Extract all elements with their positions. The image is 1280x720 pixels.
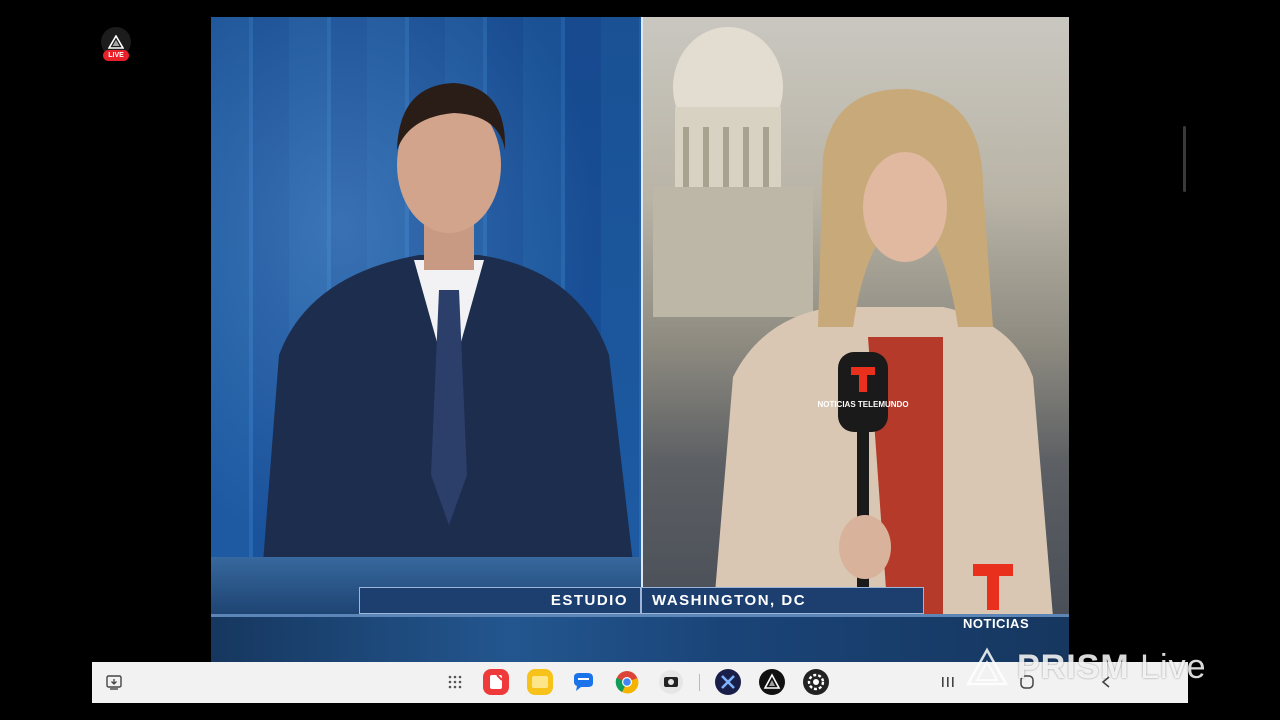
- prism-app-icon[interactable]: [758, 668, 786, 696]
- field-feed: NOTICIAS TELEMUNDO: [643, 17, 1069, 617]
- lower-third-location-left: ESTUDIO: [360, 588, 642, 613]
- xlive-app-icon[interactable]: [714, 668, 742, 696]
- camera-app-icon[interactable]: [657, 668, 685, 696]
- network-label: NOTICIAS: [963, 616, 1030, 631]
- prism-live-indicator[interactable]: LIVE: [100, 27, 132, 63]
- live-label: LIVE: [103, 50, 129, 61]
- news-anchor-image: [259, 83, 639, 615]
- news-ticker-band: [211, 614, 1069, 662]
- side-panel-handle[interactable]: [1183, 126, 1186, 192]
- chrome-browser-icon[interactable]: [613, 668, 641, 696]
- recents-nav-icon[interactable]: [934, 668, 962, 696]
- app-drawer-icon[interactable]: [441, 668, 469, 696]
- studio-feed: [211, 17, 641, 615]
- video-player[interactable]: NOTICIAS TELEMUNDO ESTUDIO WASHINGTON, D…: [211, 17, 1069, 662]
- telemundo-logo-icon: [973, 564, 1013, 610]
- prism-live-watermark: PRISM Live: [965, 644, 1207, 690]
- watermark-text: PRISM Live: [1017, 648, 1207, 687]
- lower-third-location-right: WASHINGTON, DC: [652, 592, 807, 609]
- screen: LIVE NOTICIAS TELEMUNDO ESTUDIO WASHINGT…: [0, 0, 1280, 720]
- mic-flag-label: NOTICIAS TELEMUNDO: [817, 400, 908, 409]
- memo-app-icon[interactable]: [526, 668, 554, 696]
- reporter-image: NOTICIAS TELEMUNDO: [713, 88, 1053, 617]
- lower-third: ESTUDIO WASHINGTON, DC: [359, 587, 924, 614]
- band-accent-line: [211, 614, 1069, 617]
- settings-app-icon[interactable]: [802, 668, 830, 696]
- watermark-brand: PRISM: [1017, 647, 1130, 686]
- screenshot-capture-icon[interactable]: [100, 668, 128, 696]
- messages-app-icon[interactable]: [569, 668, 597, 696]
- notes-app-icon[interactable]: [482, 668, 510, 696]
- prism-watermark-icon: [965, 647, 1009, 686]
- taskbar-divider: [699, 674, 700, 691]
- watermark-suffix: Live: [1140, 647, 1207, 686]
